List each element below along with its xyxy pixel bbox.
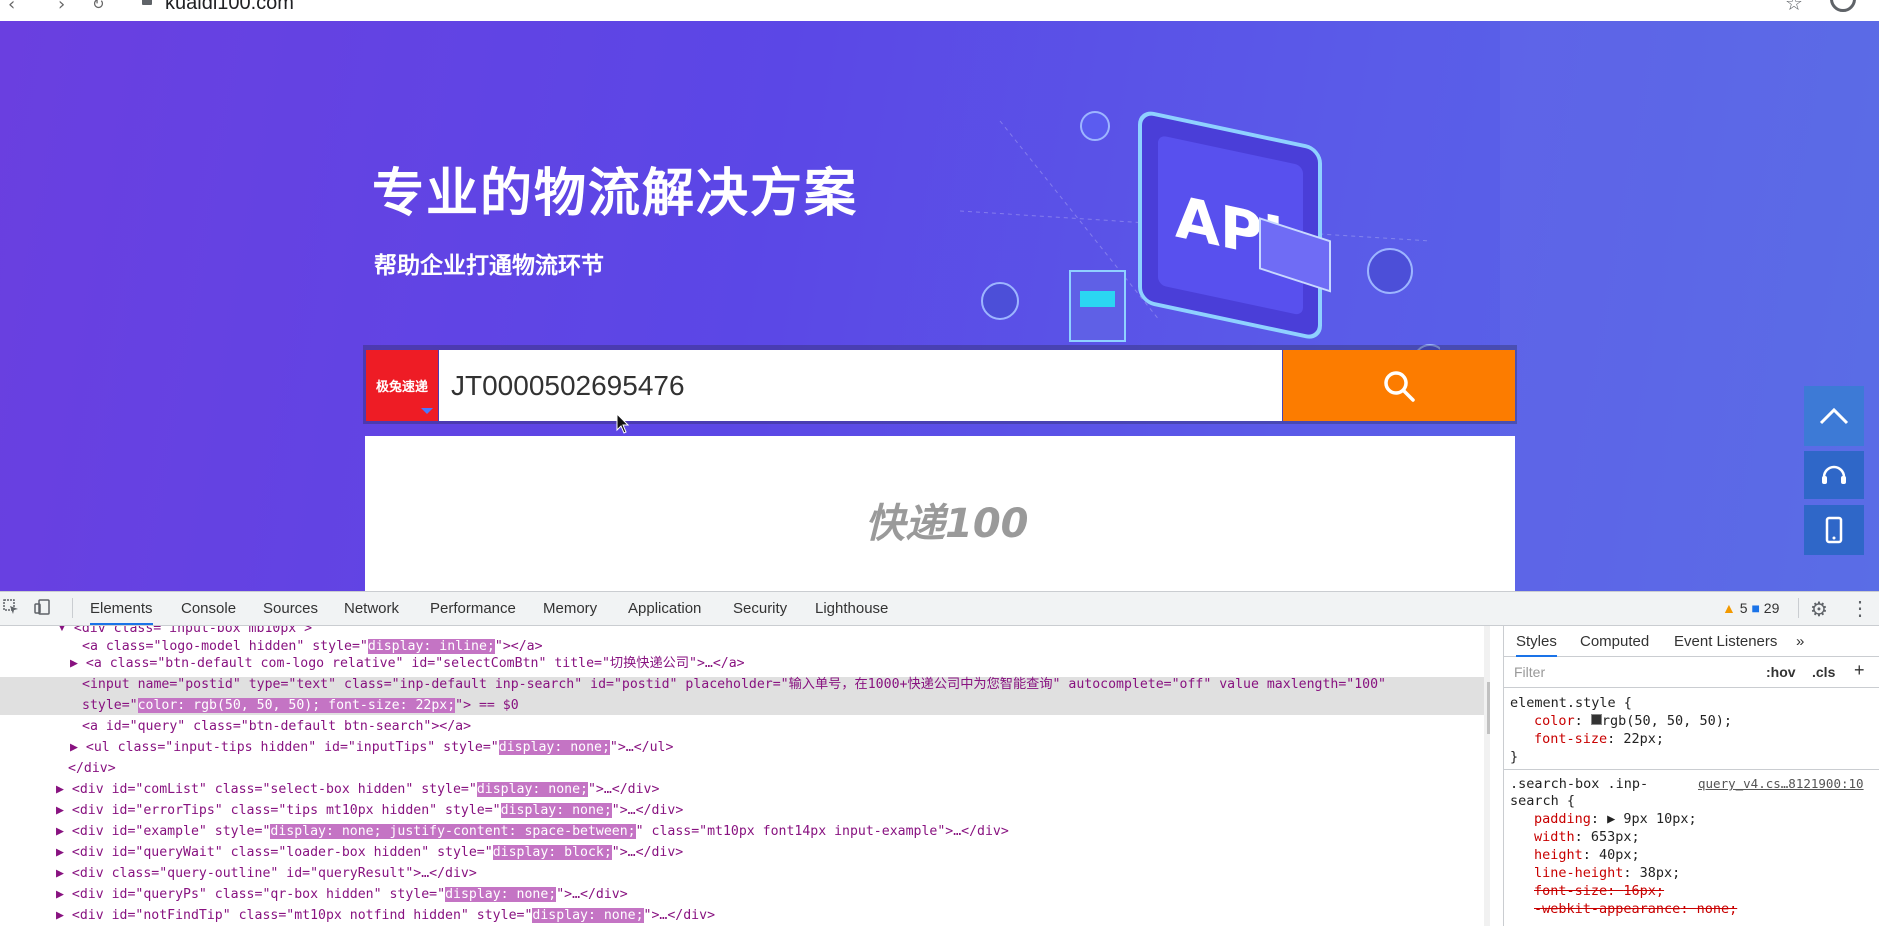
customer-service-button[interactable] bbox=[1804, 451, 1864, 499]
style-property[interactable]: height: 40px; bbox=[1534, 847, 1640, 863]
dom-node-line-selected-cont[interactable]: style="color: rgb(50, 50, 50); font-size… bbox=[82, 695, 519, 716]
dom-node-line[interactable]: ▶ <div id="comList" class="select-box hi… bbox=[56, 779, 659, 800]
company-selector-button[interactable]: 极兔速递 bbox=[366, 350, 438, 421]
style-property[interactable]: width: 653px; bbox=[1534, 829, 1640, 845]
hero-title: 专业的物流解决方案 bbox=[372, 164, 859, 224]
tab-application[interactable]: Application bbox=[628, 600, 701, 617]
scrollbar-thumb[interactable] bbox=[1487, 682, 1490, 734]
dom-node-line[interactable]: ▶ <div id="errorTips" class="tips mt10px… bbox=[56, 800, 683, 821]
bookmark-star-icon[interactable]: ☆ bbox=[1785, 0, 1803, 15]
style-property[interactable]: font-size: 22px; bbox=[1534, 731, 1664, 747]
color-swatch-icon[interactable] bbox=[1590, 714, 1602, 725]
api-illustration-icon: API bbox=[960, 111, 1440, 351]
back-icon[interactable]: ‹ bbox=[8, 0, 15, 15]
phone-icon bbox=[1825, 516, 1843, 544]
message-icon: ■ bbox=[1751, 600, 1760, 616]
rule-selector: .search-box .inp- bbox=[1510, 776, 1649, 792]
chevron-up-icon bbox=[1819, 407, 1849, 425]
mouse-cursor-icon bbox=[616, 413, 630, 434]
style-property-overridden[interactable]: font-size: 16px; bbox=[1534, 883, 1664, 899]
address-bar[interactable]: kuaidi100.com bbox=[165, 0, 294, 15]
tab-performance[interactable]: Performance bbox=[430, 600, 516, 617]
warning-count: 5 bbox=[1739, 600, 1748, 616]
styles-filter-bar: Filter :hov .cls + bbox=[1504, 657, 1879, 688]
back-to-top-button[interactable] bbox=[1804, 386, 1864, 446]
dom-node-line[interactable]: </div> bbox=[68, 758, 116, 779]
cls-toggle[interactable]: .cls bbox=[1812, 664, 1835, 680]
rule-selector-cont: search { bbox=[1510, 793, 1576, 809]
browser-toolbar: ‹ › ↻ kuaidi100.com ☆ bbox=[0, 0, 1879, 22]
tab-computed[interactable]: Computed bbox=[1580, 633, 1649, 650]
dom-node-line[interactable]: ▶ <div id="queryPs" class="qr-box hidden… bbox=[56, 884, 628, 905]
dom-node-line[interactable]: <a id="query" class="btn-default btn-sea… bbox=[82, 716, 471, 737]
dom-node-line[interactable]: ▶ <div id="queryWait" class="loader-box … bbox=[56, 842, 683, 863]
new-rule-button[interactable]: + bbox=[1854, 660, 1865, 681]
dom-node-line[interactable]: ▶ <div class="query-outline" id="queryRe… bbox=[56, 863, 477, 884]
dom-node-line-selected[interactable]: <input name="postid" type="text" class="… bbox=[82, 674, 1386, 695]
search-button[interactable] bbox=[1283, 350, 1515, 421]
devtools-panel: Elements Console Sources Network Perform… bbox=[0, 591, 1879, 926]
dropdown-arrow-icon bbox=[421, 408, 433, 414]
styles-pane: Styles Computed Event Listeners » Filter… bbox=[1503, 626, 1879, 926]
devtools-tab-bar: Elements Console Sources Network Perform… bbox=[0, 592, 1879, 626]
tab-lighthouse[interactable]: Lighthouse bbox=[815, 600, 888, 617]
inspect-element-icon[interactable] bbox=[3, 599, 19, 615]
styles-tab-bar: Styles Computed Event Listeners » bbox=[1504, 626, 1879, 657]
more-tabs-icon[interactable]: » bbox=[1796, 633, 1804, 650]
dom-node-line[interactable]: ▶ <div id="notFindTip" class="mt10px not… bbox=[56, 905, 715, 926]
tab-console[interactable]: Console bbox=[181, 600, 236, 617]
more-options-icon[interactable]: ⋮ bbox=[1850, 596, 1870, 621]
tab-elements[interactable]: Elements bbox=[90, 600, 153, 625]
hero-subtitle: 帮助企业打通物流环节 bbox=[374, 253, 604, 279]
style-property[interactable]: line-height: 38px; bbox=[1534, 865, 1680, 881]
dom-node-line[interactable]: ▶ <div id="example" style="display: none… bbox=[56, 821, 1009, 842]
tab-styles[interactable]: Styles bbox=[1516, 633, 1557, 657]
query-result-panel: 快递100 bbox=[365, 436, 1515, 591]
stylesheet-source-link[interactable]: query_v4.cs…8121900:10 bbox=[1698, 776, 1864, 791]
tracking-number-input[interactable] bbox=[439, 350, 1282, 421]
style-property-overridden[interactable]: -webkit-appearance: none; bbox=[1534, 901, 1737, 917]
mobile-app-button[interactable] bbox=[1804, 505, 1864, 555]
device-toolbar-icon[interactable] bbox=[34, 599, 50, 615]
hov-toggle[interactable]: :hov bbox=[1766, 664, 1796, 680]
tab-security[interactable]: Security bbox=[733, 600, 787, 617]
tab-memory[interactable]: Memory bbox=[543, 600, 597, 617]
issues-counter[interactable]: ▲ 5 ■ 29 bbox=[1722, 600, 1779, 616]
headset-icon bbox=[1822, 465, 1846, 484]
account-icon[interactable] bbox=[1830, 0, 1856, 12]
search-icon bbox=[1384, 370, 1415, 402]
reload-icon[interactable]: ↻ bbox=[92, 0, 105, 13]
tab-event-listeners[interactable]: Event Listeners bbox=[1674, 633, 1777, 650]
dom-node-line[interactable]: ▶ <ul class="input-tips hidden" id="inpu… bbox=[70, 737, 673, 758]
style-property[interactable]: padding: ▶ 9px 10px; bbox=[1534, 811, 1697, 827]
lock-icon bbox=[142, 0, 152, 5]
filter-input[interactable]: Filter bbox=[1514, 664, 1545, 680]
company-logo-text: 极兔速递 bbox=[375, 380, 428, 395]
dom-node-line[interactable]: ▶ <a class="btn-default com-logo relativ… bbox=[70, 653, 745, 674]
message-count: 29 bbox=[1763, 600, 1780, 616]
style-property[interactable]: color: rgb(50, 50, 50); bbox=[1534, 713, 1732, 729]
tab-network[interactable]: Network bbox=[344, 600, 399, 617]
forward-icon[interactable]: › bbox=[58, 0, 65, 15]
elements-tree: ▾ <div class="input-box mb10px"> <a clas… bbox=[0, 626, 1490, 926]
elements-scrollbar[interactable] bbox=[1484, 626, 1490, 926]
rule-close-brace: } bbox=[1510, 749, 1519, 765]
settings-gear-icon[interactable]: ⚙ bbox=[1810, 597, 1828, 622]
tab-sources[interactable]: Sources bbox=[263, 600, 318, 617]
rule-selector: element.style { bbox=[1510, 695, 1632, 711]
warning-icon: ▲ bbox=[1722, 600, 1736, 616]
kuaidi100-watermark-logo: 快递100 bbox=[865, 501, 1029, 547]
